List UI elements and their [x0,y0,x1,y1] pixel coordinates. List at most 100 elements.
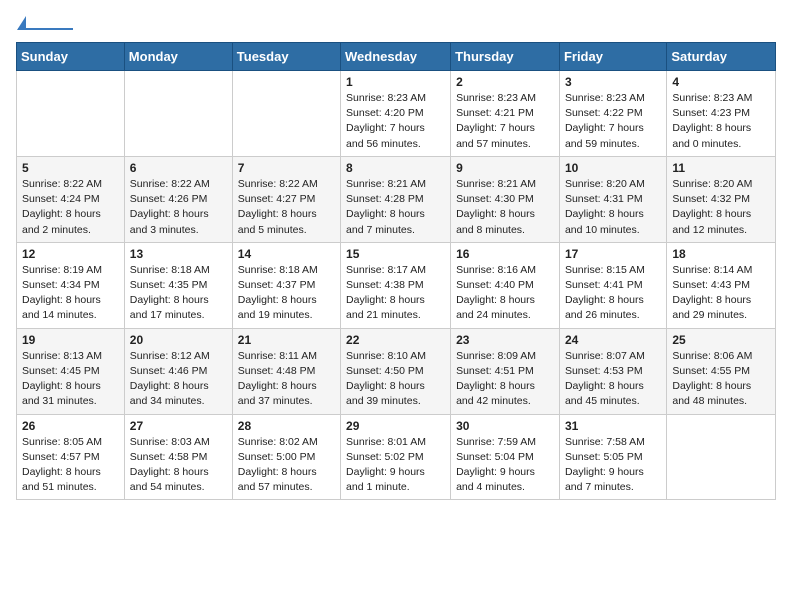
calendar-cell: 24Sunrise: 8:07 AM Sunset: 4:53 PM Dayli… [559,328,666,414]
day-info: Sunrise: 8:23 AM Sunset: 4:20 PM Dayligh… [346,91,445,152]
day-info: Sunrise: 8:19 AM Sunset: 4:34 PM Dayligh… [22,263,119,324]
day-number: 5 [22,161,119,175]
calendar-cell: 8Sunrise: 8:21 AM Sunset: 4:28 PM Daylig… [341,156,451,242]
day-number: 26 [22,419,119,433]
day-number: 28 [238,419,335,433]
weekday-header-wednesday: Wednesday [341,43,451,71]
calendar-cell: 26 Sunrise: 8:05 AM Sunset: 4:57 PM Dayli… [17,414,125,500]
day-info: Sunrise: 8:10 AM Sunset: 4:50 PM Dayligh… [346,349,445,410]
day-number: 12 [22,247,119,261]
calendar-cell: 12 Sunrise: 8:19 AM Sunset: 4:34 PM Dayli… [17,242,125,328]
calendar-header-row: SundayMondayTuesdayWednesdayThursdayFrid… [17,43,776,71]
day-number: 3 [565,75,661,89]
calendar-cell [667,414,776,500]
day-number: 17 [565,247,661,261]
day-number: 18 [672,247,770,261]
calendar-cell: 6 Sunrise: 8:22 AM Sunset: 4:26 PM Daylig… [124,156,232,242]
calendar-cell: 15 Sunrise: 8:17 AM Sunset: 4:38 PM Dayli… [341,242,451,328]
day-info: Sunrise: 8:09 AM Sunset: 4:51 PM Dayligh… [456,349,554,410]
calendar-body: 1 Sunrise: 8:23 AM Sunset: 4:20 PM Daylig… [17,71,776,500]
calendar-week-row: 12 Sunrise: 8:19 AM Sunset: 4:34 PM Dayli… [17,242,776,328]
calendar-cell: 21Sunrise: 8:11 AM Sunset: 4:48 PM Dayli… [232,328,340,414]
day-info: Sunrise: 8:23 AM Sunset: 4:22 PM Dayligh… [565,91,661,152]
calendar-cell: 29 Sunrise: 8:01 AM Sunset: 5:02 PM Dayli… [341,414,451,500]
day-number: 13 [130,247,227,261]
day-number: 15 [346,247,445,261]
calendar-cell: 11 Sunrise: 8:20 AM Sunset: 4:32 PM Dayli… [667,156,776,242]
day-info: Sunrise: 8:17 AM Sunset: 4:38 PM Dayligh… [346,263,445,324]
day-number: 8 [346,161,445,175]
calendar-cell: 22 Sunrise: 8:10 AM Sunset: 4:50 PM Dayli… [341,328,451,414]
day-number: 16 [456,247,554,261]
calendar-cell: 1 Sunrise: 8:23 AM Sunset: 4:20 PM Daylig… [341,71,451,157]
day-info: Sunrise: 8:15 AM Sunset: 4:41 PM Dayligh… [565,263,661,324]
calendar-cell: 25Sunrise: 8:06 AM Sunset: 4:55 PM Dayli… [667,328,776,414]
calendar-cell [17,71,125,157]
day-info: Sunrise: 8:11 AM Sunset: 4:48 PM Dayligh… [238,349,335,410]
calendar-cell: 2 Sunrise: 8:23 AM Sunset: 4:21 PM Daylig… [451,71,560,157]
day-info: Sunrise: 8:20 AM Sunset: 4:31 PM Dayligh… [565,177,661,238]
day-info: Sunrise: 8:02 AM Sunset: 5:00 PM Dayligh… [238,435,335,496]
calendar-cell: 18Sunrise: 8:14 AM Sunset: 4:43 PM Dayli… [667,242,776,328]
day-info: Sunrise: 8:22 AM Sunset: 4:24 PM Dayligh… [22,177,119,238]
day-number: 20 [130,333,227,347]
day-info: Sunrise: 8:03 AM Sunset: 4:58 PM Dayligh… [130,435,227,496]
calendar-cell: 30 Sunrise: 7:59 AM Sunset: 5:04 PM Dayli… [451,414,560,500]
day-number: 23 [456,333,554,347]
day-number: 2 [456,75,554,89]
calendar-cell: 7Sunrise: 8:22 AM Sunset: 4:27 PM Daylig… [232,156,340,242]
day-number: 11 [672,161,770,175]
calendar-week-row: 26 Sunrise: 8:05 AM Sunset: 4:57 PM Dayli… [17,414,776,500]
day-info: Sunrise: 8:20 AM Sunset: 4:32 PM Dayligh… [672,177,770,238]
day-info: Sunrise: 8:18 AM Sunset: 4:37 PM Dayligh… [238,263,335,324]
day-number: 1 [346,75,445,89]
calendar-week-row: 1 Sunrise: 8:23 AM Sunset: 4:20 PM Daylig… [17,71,776,157]
calendar-cell: 23 Sunrise: 8:09 AM Sunset: 4:51 PM Dayli… [451,328,560,414]
calendar-cell: 27 Sunrise: 8:03 AM Sunset: 4:58 PM Dayli… [124,414,232,500]
calendar-week-row: 19 Sunrise: 8:13 AM Sunset: 4:45 PM Dayli… [17,328,776,414]
weekday-header-tuesday: Tuesday [232,43,340,71]
day-number: 19 [22,333,119,347]
day-info: Sunrise: 8:23 AM Sunset: 4:21 PM Dayligh… [456,91,554,152]
logo [16,16,75,30]
day-number: 31 [565,419,661,433]
day-info: Sunrise: 8:21 AM Sunset: 4:30 PM Dayligh… [456,177,554,238]
day-number: 9 [456,161,554,175]
calendar-cell: 28 Sunrise: 8:02 AM Sunset: 5:00 PM Dayli… [232,414,340,500]
calendar-cell: 20 Sunrise: 8:12 AM Sunset: 4:46 PM Dayli… [124,328,232,414]
calendar-cell: 14Sunrise: 8:18 AM Sunset: 4:37 PM Dayli… [232,242,340,328]
day-info: Sunrise: 8:16 AM Sunset: 4:40 PM Dayligh… [456,263,554,324]
day-info: Sunrise: 7:58 AM Sunset: 5:05 PM Dayligh… [565,435,661,496]
day-info: Sunrise: 8:22 AM Sunset: 4:27 PM Dayligh… [238,177,335,238]
calendar-cell: 5 Sunrise: 8:22 AM Sunset: 4:24 PM Daylig… [17,156,125,242]
calendar-cell: 9 Sunrise: 8:21 AM Sunset: 4:30 PM Daylig… [451,156,560,242]
day-info: Sunrise: 8:05 AM Sunset: 4:57 PM Dayligh… [22,435,119,496]
page-header [16,16,776,30]
day-info: Sunrise: 8:12 AM Sunset: 4:46 PM Dayligh… [130,349,227,410]
calendar-cell: 13Sunrise: 8:18 AM Sunset: 4:35 PM Dayli… [124,242,232,328]
weekday-header-thursday: Thursday [451,43,560,71]
day-number: 29 [346,419,445,433]
calendar-cell: 17 Sunrise: 8:15 AM Sunset: 4:41 PM Dayli… [559,242,666,328]
day-info: Sunrise: 8:13 AM Sunset: 4:45 PM Dayligh… [22,349,119,410]
day-number: 6 [130,161,227,175]
day-info: Sunrise: 8:06 AM Sunset: 4:55 PM Dayligh… [672,349,770,410]
weekday-header-monday: Monday [124,43,232,71]
day-number: 10 [565,161,661,175]
calendar-cell: 16 Sunrise: 8:16 AM Sunset: 4:40 PM Dayli… [451,242,560,328]
calendar-cell: 19 Sunrise: 8:13 AM Sunset: 4:45 PM Dayli… [17,328,125,414]
day-info: Sunrise: 8:23 AM Sunset: 4:23 PM Dayligh… [672,91,770,152]
calendar-cell: 31 Sunrise: 7:58 AM Sunset: 5:05 PM Dayli… [559,414,666,500]
day-number: 30 [456,419,554,433]
calendar-table: SundayMondayTuesdayWednesdayThursdayFrid… [16,42,776,500]
calendar-cell: 10 Sunrise: 8:20 AM Sunset: 4:31 PM Dayli… [559,156,666,242]
weekday-header-friday: Friday [559,43,666,71]
day-info: Sunrise: 7:59 AM Sunset: 5:04 PM Dayligh… [456,435,554,496]
day-info: Sunrise: 8:01 AM Sunset: 5:02 PM Dayligh… [346,435,445,496]
calendar-cell [232,71,340,157]
calendar-cell: 3 Sunrise: 8:23 AM Sunset: 4:22 PM Daylig… [559,71,666,157]
day-info: Sunrise: 8:22 AM Sunset: 4:26 PM Dayligh… [130,177,227,238]
weekday-header-saturday: Saturday [667,43,776,71]
day-number: 22 [346,333,445,347]
day-number: 27 [130,419,227,433]
